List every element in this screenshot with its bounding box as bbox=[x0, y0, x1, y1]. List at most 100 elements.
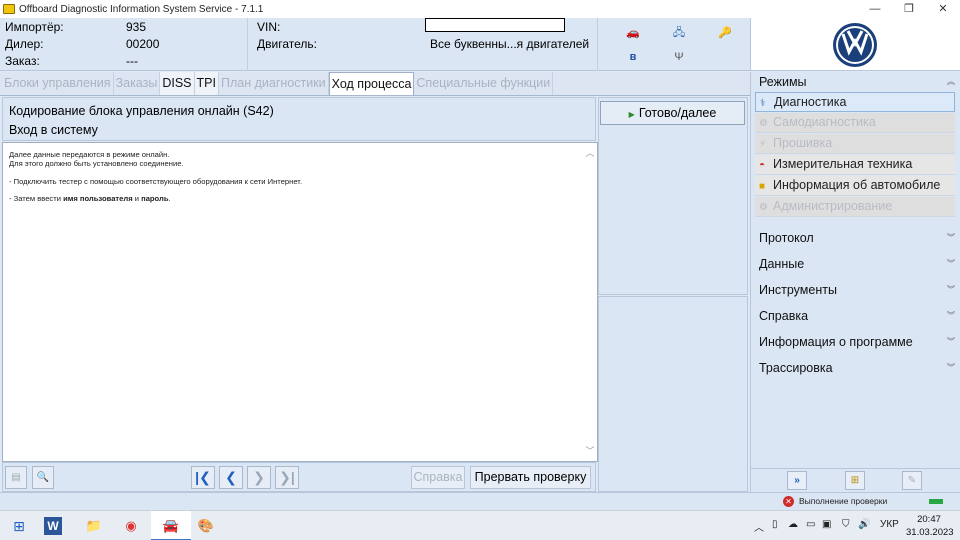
procedure-step: Вход в систему bbox=[9, 123, 98, 137]
ready-next-button[interactable]: ▶ Готово/далее bbox=[600, 101, 745, 125]
section-label: Справка bbox=[759, 309, 809, 323]
tab-control-units[interactable]: Блоки управления bbox=[2, 72, 114, 95]
scroll-down-icon[interactable]: ﹀ bbox=[584, 445, 596, 457]
preview-icon[interactable]: 🔍 bbox=[32, 466, 54, 489]
tray-chevron-icon[interactable]: ︿ bbox=[754, 519, 764, 534]
instruction-line-2: Для этого должно быть установлено соедин… bbox=[9, 159, 184, 168]
app-icon bbox=[3, 4, 15, 14]
expand-icon[interactable]: ︾ bbox=[947, 281, 955, 299]
tools-icon[interactable]: ✎ bbox=[902, 471, 922, 490]
abort-test-button[interactable]: Прервать проверку bbox=[470, 466, 591, 489]
car-icon[interactable]: 🚗 bbox=[624, 26, 642, 40]
maximize-button[interactable]: ❐ bbox=[892, 0, 926, 18]
section-help[interactable]: Справка ︾ bbox=[755, 307, 959, 326]
battery-icon[interactable]: ▭ bbox=[806, 519, 815, 530]
section-label: Трассировка bbox=[759, 361, 833, 375]
mode-measurement[interactable]: ◓ Измерительная техника bbox=[755, 155, 955, 175]
odis-app-icon[interactable]: 🚘 bbox=[160, 515, 182, 537]
mode-vehicle-info[interactable]: ■ Информация об автомобиле bbox=[755, 176, 955, 196]
close-button[interactable]: ✕ bbox=[926, 0, 960, 18]
mode-administration[interactable]: ⚙ Администрирование bbox=[755, 197, 955, 217]
minimize-button[interactable]: — bbox=[858, 0, 892, 18]
cloud-icon[interactable]: ☁ bbox=[788, 519, 798, 530]
chrome-icon[interactable]: ◉ bbox=[120, 515, 142, 537]
tab-process[interactable]: Ход процесса bbox=[328, 72, 415, 95]
tab-orders[interactable]: Заказы bbox=[114, 72, 161, 95]
prev-page-button[interactable]: ❮ bbox=[219, 466, 243, 489]
clock-time: 20:47 bbox=[917, 514, 941, 525]
word-icon[interactable]: W bbox=[44, 517, 62, 535]
vin-label: VIN: bbox=[257, 20, 281, 34]
vehicle-header: Импортёр: 935 Дилер: 00200 Заказ: --- VI… bbox=[0, 18, 750, 71]
expand-icon[interactable]: ︾ bbox=[947, 333, 955, 351]
section-label: Протокол bbox=[759, 231, 814, 245]
connection-icons: 🚗 🖧 🔑 ʙ Ψ bbox=[600, 18, 750, 71]
key-icon[interactable]: 🔑 bbox=[716, 26, 734, 40]
help-button[interactable]: Справка bbox=[411, 466, 465, 489]
instruction-line-4: - Затем ввести имя пользователя и пароль… bbox=[9, 194, 171, 203]
action-panel-lower bbox=[598, 296, 748, 492]
next-page-button[interactable]: ❯ bbox=[247, 466, 271, 489]
tray-icon[interactable]: ▣ bbox=[822, 519, 831, 530]
file-explorer-icon[interactable]: 📁 bbox=[83, 515, 105, 537]
forward-icon[interactable]: » bbox=[787, 471, 807, 490]
order-label: Заказ: bbox=[5, 54, 40, 68]
expand-icon[interactable]: ︾ bbox=[947, 359, 955, 377]
modes-section[interactable]: Режимы ︽ bbox=[755, 73, 959, 92]
language-indicator[interactable]: УКР bbox=[880, 519, 899, 530]
network-icon[interactable]: 🖧 bbox=[670, 26, 688, 40]
action-panel: ▶ Готово/далее bbox=[598, 97, 748, 295]
document-icon[interactable]: ▤ bbox=[5, 466, 27, 489]
clock-date: 31.03.2023 bbox=[906, 527, 954, 538]
expand-icon[interactable]: ︾ bbox=[947, 307, 955, 325]
windows-start-icon[interactable]: ⊞ bbox=[8, 515, 30, 537]
usb-icon[interactable]: Ψ bbox=[670, 50, 688, 64]
mode-diagnostics[interactable]: ⚕ Диагностика bbox=[755, 92, 955, 112]
vw-logo-icon bbox=[833, 23, 877, 67]
modes-label: Режимы bbox=[759, 75, 807, 89]
first-page-button[interactable]: |❮ bbox=[191, 466, 215, 489]
taskbar: ⊞ W 📁 ◉ 🚘 🎨 ︿ ▯ ☁ ▭ ▣ ⛉ 🔊 УКР 20:47 31.0… bbox=[0, 510, 960, 540]
clock[interactable]: 20:47 31.03.2023 bbox=[906, 513, 954, 539]
brand-panel bbox=[750, 18, 960, 71]
instruction-panel: Далее данные передаются в режиме онлайн.… bbox=[2, 142, 598, 462]
gauge-icon: ◓ bbox=[759, 160, 766, 171]
section-data[interactable]: Данные ︾ bbox=[755, 255, 959, 274]
shield-icon[interactable]: ⛉ bbox=[842, 519, 850, 530]
tab-special-functions[interactable]: Специальные функции bbox=[414, 72, 554, 95]
mode-label: Информация об автомобиле bbox=[773, 178, 941, 192]
section-about[interactable]: Информация о программе ︾ bbox=[755, 333, 959, 352]
self-diagnosis-icon: ⚙ bbox=[759, 118, 768, 129]
mode-flashing[interactable]: ⚡ Прошивка bbox=[755, 134, 955, 154]
username-text: имя пользователя bbox=[63, 194, 133, 203]
expand-icon[interactable]: ︾ bbox=[947, 229, 955, 247]
mode-label: Диагностика bbox=[774, 95, 847, 109]
dealer-value: 00200 bbox=[126, 37, 160, 51]
paint-icon[interactable]: 🎨 bbox=[195, 515, 217, 537]
tray-icon[interactable]: ▯ bbox=[772, 519, 778, 530]
importer-label: Импортёр: bbox=[5, 20, 64, 34]
settings-icon[interactable]: ⊞ bbox=[845, 471, 865, 490]
bluetooth-icon[interactable]: ʙ bbox=[624, 50, 642, 64]
admin-icon: ⚙ bbox=[759, 202, 768, 213]
collapse-icon[interactable]: ︽ bbox=[947, 73, 955, 91]
tab-diagnostic-plan[interactable]: План диагностики bbox=[219, 72, 329, 95]
ready-next-label: Готово/далее bbox=[638, 106, 717, 120]
section-tracing[interactable]: Трассировка ︾ bbox=[755, 359, 959, 378]
instruction-text: - Затем ввести bbox=[9, 194, 64, 203]
stethoscope-icon: ⚕ bbox=[760, 98, 766, 109]
speaker-icon[interactable]: 🔊 bbox=[858, 519, 870, 530]
section-label: Информация о программе bbox=[759, 335, 913, 349]
mode-self-diagnosis[interactable]: ⚙ Самодиагностика bbox=[755, 113, 955, 133]
tab-tpi[interactable]: TPI bbox=[194, 72, 219, 95]
password-text: пароль bbox=[141, 194, 169, 203]
expand-icon[interactable]: ︾ bbox=[947, 255, 955, 273]
scroll-up-icon[interactable]: ︿ bbox=[584, 147, 596, 159]
section-protocol[interactable]: Протокол ︾ bbox=[755, 229, 959, 248]
content-toolbar: ▤ 🔍 |❮ ❮ ❯ ❯| Справка Прервать проверку bbox=[2, 462, 596, 492]
procedure-header: Кодирование блока управления онлайн (S42… bbox=[2, 97, 596, 141]
last-page-button[interactable]: ❯| bbox=[275, 466, 299, 489]
tab-diss[interactable]: DISS bbox=[160, 72, 195, 95]
section-tools[interactable]: Инструменты ︾ bbox=[755, 281, 959, 300]
content-scrollbar[interactable]: ︿ ﹀ bbox=[583, 143, 597, 461]
